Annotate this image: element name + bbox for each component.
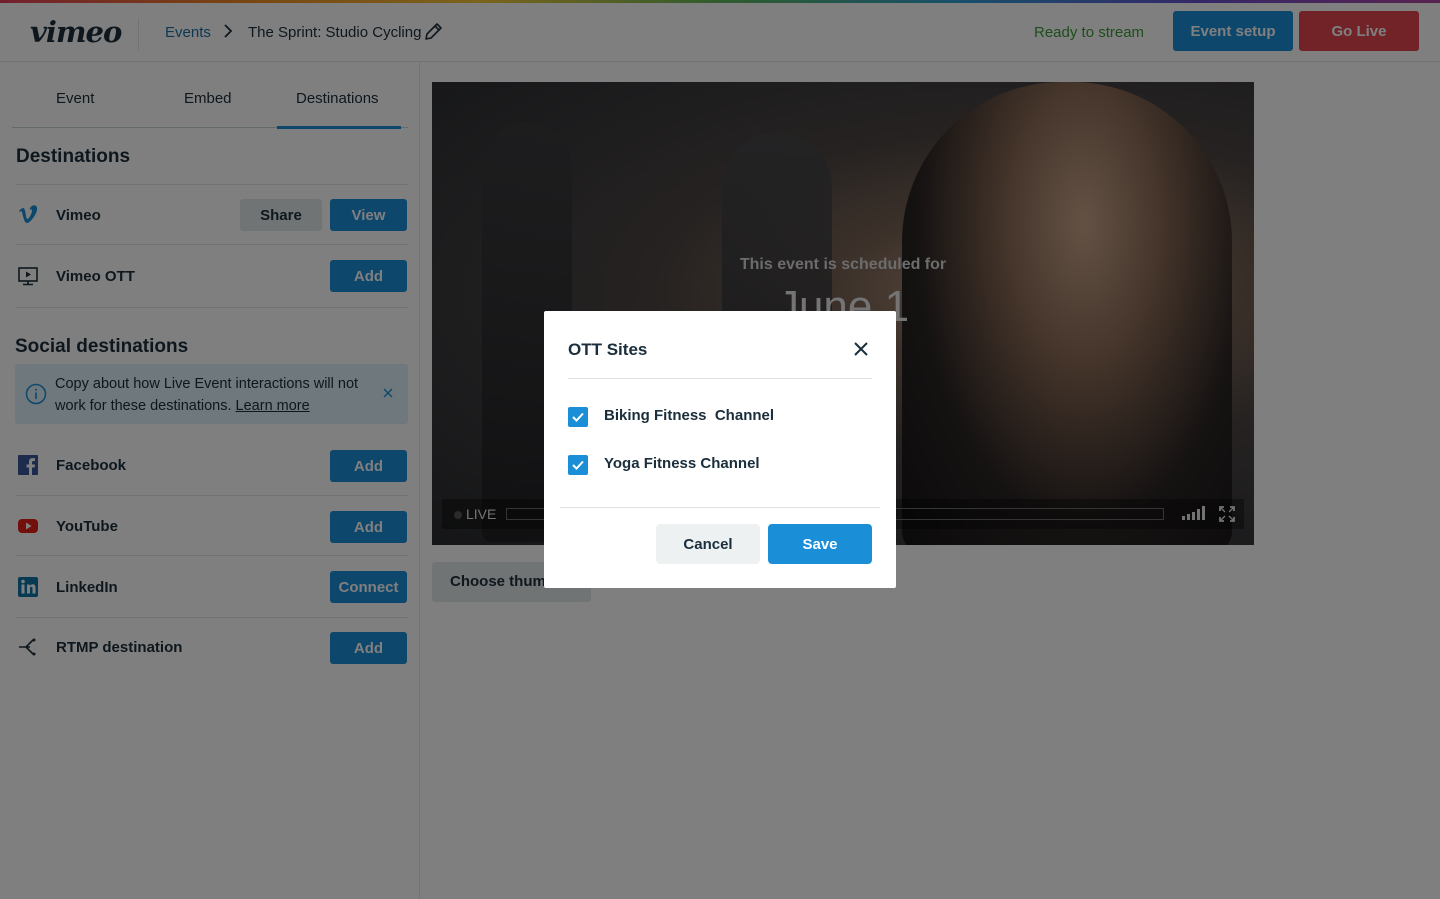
save-button[interactable]: Save xyxy=(768,524,872,564)
modal-footer-divider xyxy=(560,507,880,508)
close-icon[interactable] xyxy=(853,341,869,357)
checkbox-biking-fitness[interactable] xyxy=(568,407,588,427)
checkbox-yoga-fitness[interactable] xyxy=(568,455,588,475)
checkmark-icon xyxy=(572,412,584,422)
checkmark-icon xyxy=(572,460,584,470)
modal-divider xyxy=(568,378,872,379)
ott-sites-modal: OTT Sites Biking Fitness Channel Yoga Fi… xyxy=(544,311,896,588)
modal-title: OTT Sites xyxy=(568,340,648,359)
option-label-yoga-fitness[interactable]: Yoga Fitness Channel xyxy=(604,455,760,472)
cancel-button[interactable]: Cancel xyxy=(656,524,760,564)
option-label-biking-fitness[interactable]: Biking Fitness Channel xyxy=(604,407,774,424)
